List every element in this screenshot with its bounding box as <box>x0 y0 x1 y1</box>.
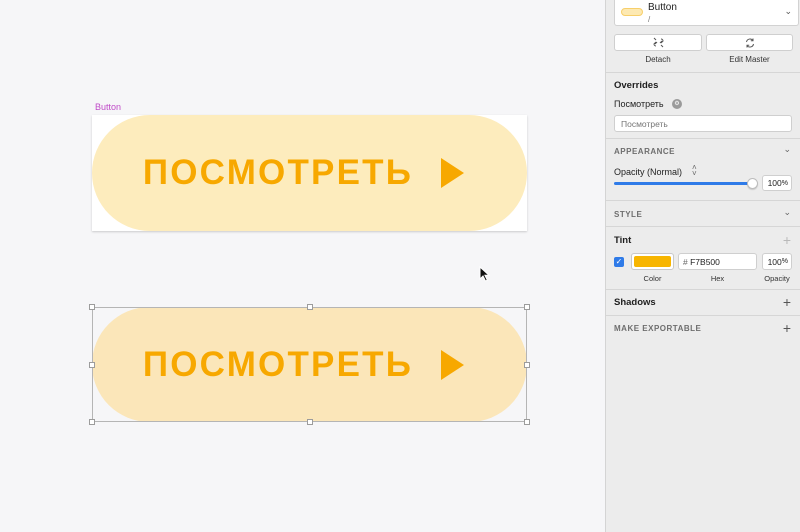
master-button-pill[interactable]: ПОСМОТРЕТЬ <box>92 115 527 231</box>
opacity-unit: % <box>781 179 788 187</box>
tint-hex-caption: Hex <box>710 274 725 283</box>
tint-hex-input[interactable]: # F7B500 <box>678 253 757 270</box>
tint-title: Tint <box>614 235 632 246</box>
resize-handle-bottom-right[interactable] <box>524 419 530 425</box>
overrides-title: Overrides <box>614 80 659 91</box>
master-button-label: ПОСМОТРЕТЬ <box>142 153 414 192</box>
divider <box>606 226 800 227</box>
symbol-path: / <box>648 15 651 24</box>
edit-master-caption: Edit Master <box>729 55 770 64</box>
resize-handle-bottom-left[interactable] <box>89 419 95 425</box>
text-override-icon: ⚙ <box>672 99 682 109</box>
add-tint-icon[interactable]: + <box>783 233 791 247</box>
tint-opacity-unit: % <box>781 258 788 265</box>
appearance-title[interactable]: APPEARANCE <box>614 147 675 156</box>
divider <box>606 289 800 290</box>
selection-bounds <box>92 307 527 422</box>
opacity-slider-track[interactable] <box>614 182 754 185</box>
hex-value: F7B500 <box>690 257 720 267</box>
resize-handle-top-right[interactable] <box>524 304 530 310</box>
override-field-label: Посмотреть <box>614 99 664 109</box>
hex-prefix: # <box>683 257 688 267</box>
divider <box>606 72 800 73</box>
symbol-thumbnail <box>621 8 643 16</box>
symbol-name: Button <box>648 2 677 13</box>
shadows-title: Shadows <box>614 297 656 308</box>
resize-handle-right[interactable] <box>524 362 530 368</box>
tint-color-caption: Color <box>643 274 662 283</box>
detach-link-icon <box>652 37 664 48</box>
tint-opacity-input[interactable]: 100% <box>762 253 792 270</box>
chevron-down-icon[interactable]: ⌄ <box>784 6 792 17</box>
override-text-input[interactable] <box>614 115 792 132</box>
opacity-input[interactable]: 100% <box>762 175 792 191</box>
edit-master-button[interactable] <box>706 34 793 51</box>
style-title[interactable]: STYLE <box>614 210 642 219</box>
tint-color-swatch[interactable] <box>631 253 674 270</box>
opacity-blend-label[interactable]: Opacity (Normal) <box>614 167 682 177</box>
chevron-down-icon[interactable]: ⌄ <box>783 207 791 218</box>
detach-caption: Detach <box>645 55 671 64</box>
make-exportable-title: MAKE EXPORTABLE <box>614 324 702 333</box>
tint-enabled-checkbox[interactable]: ✓ <box>614 257 624 267</box>
divider <box>606 315 800 316</box>
opacity-value: 100 <box>767 178 782 188</box>
resize-handle-left[interactable] <box>89 362 95 368</box>
mouse-pointer-icon <box>479 266 490 282</box>
blend-mode-stepper-icon[interactable]: ˄ ˅ <box>692 164 697 178</box>
opacity-slider-knob[interactable] <box>747 178 758 189</box>
tint-opacity-caption: Opacity <box>764 274 790 283</box>
design-canvas[interactable]: Button ПОСМОТРЕТЬ ПОСМОТРЕТЬ <box>0 0 605 532</box>
chevron-down-icon[interactable]: ⌄ <box>783 144 791 155</box>
resize-handle-top-left[interactable] <box>89 304 95 310</box>
resize-handle-bottom[interactable] <box>307 419 313 425</box>
divider <box>606 138 800 139</box>
artboard-label[interactable]: Button <box>95 102 121 112</box>
divider <box>606 200 800 201</box>
resize-handle-top[interactable] <box>307 304 313 310</box>
add-shadow-icon[interactable]: + <box>783 295 791 309</box>
symbol-master-artboard[interactable]: ПОСМОТРЕТЬ <box>92 115 527 231</box>
play-triangle-icon <box>441 158 465 188</box>
symbol-selector[interactable]: Button / ⌄ <box>614 0 799 26</box>
refresh-icon <box>745 38 754 47</box>
add-export-icon[interactable]: + <box>783 321 791 335</box>
tint-opacity-value: 100 <box>767 256 782 267</box>
inspector-panel: Button / ⌄ Detach Edit Master Overrides … <box>605 0 800 532</box>
detach-button[interactable] <box>614 34 702 51</box>
